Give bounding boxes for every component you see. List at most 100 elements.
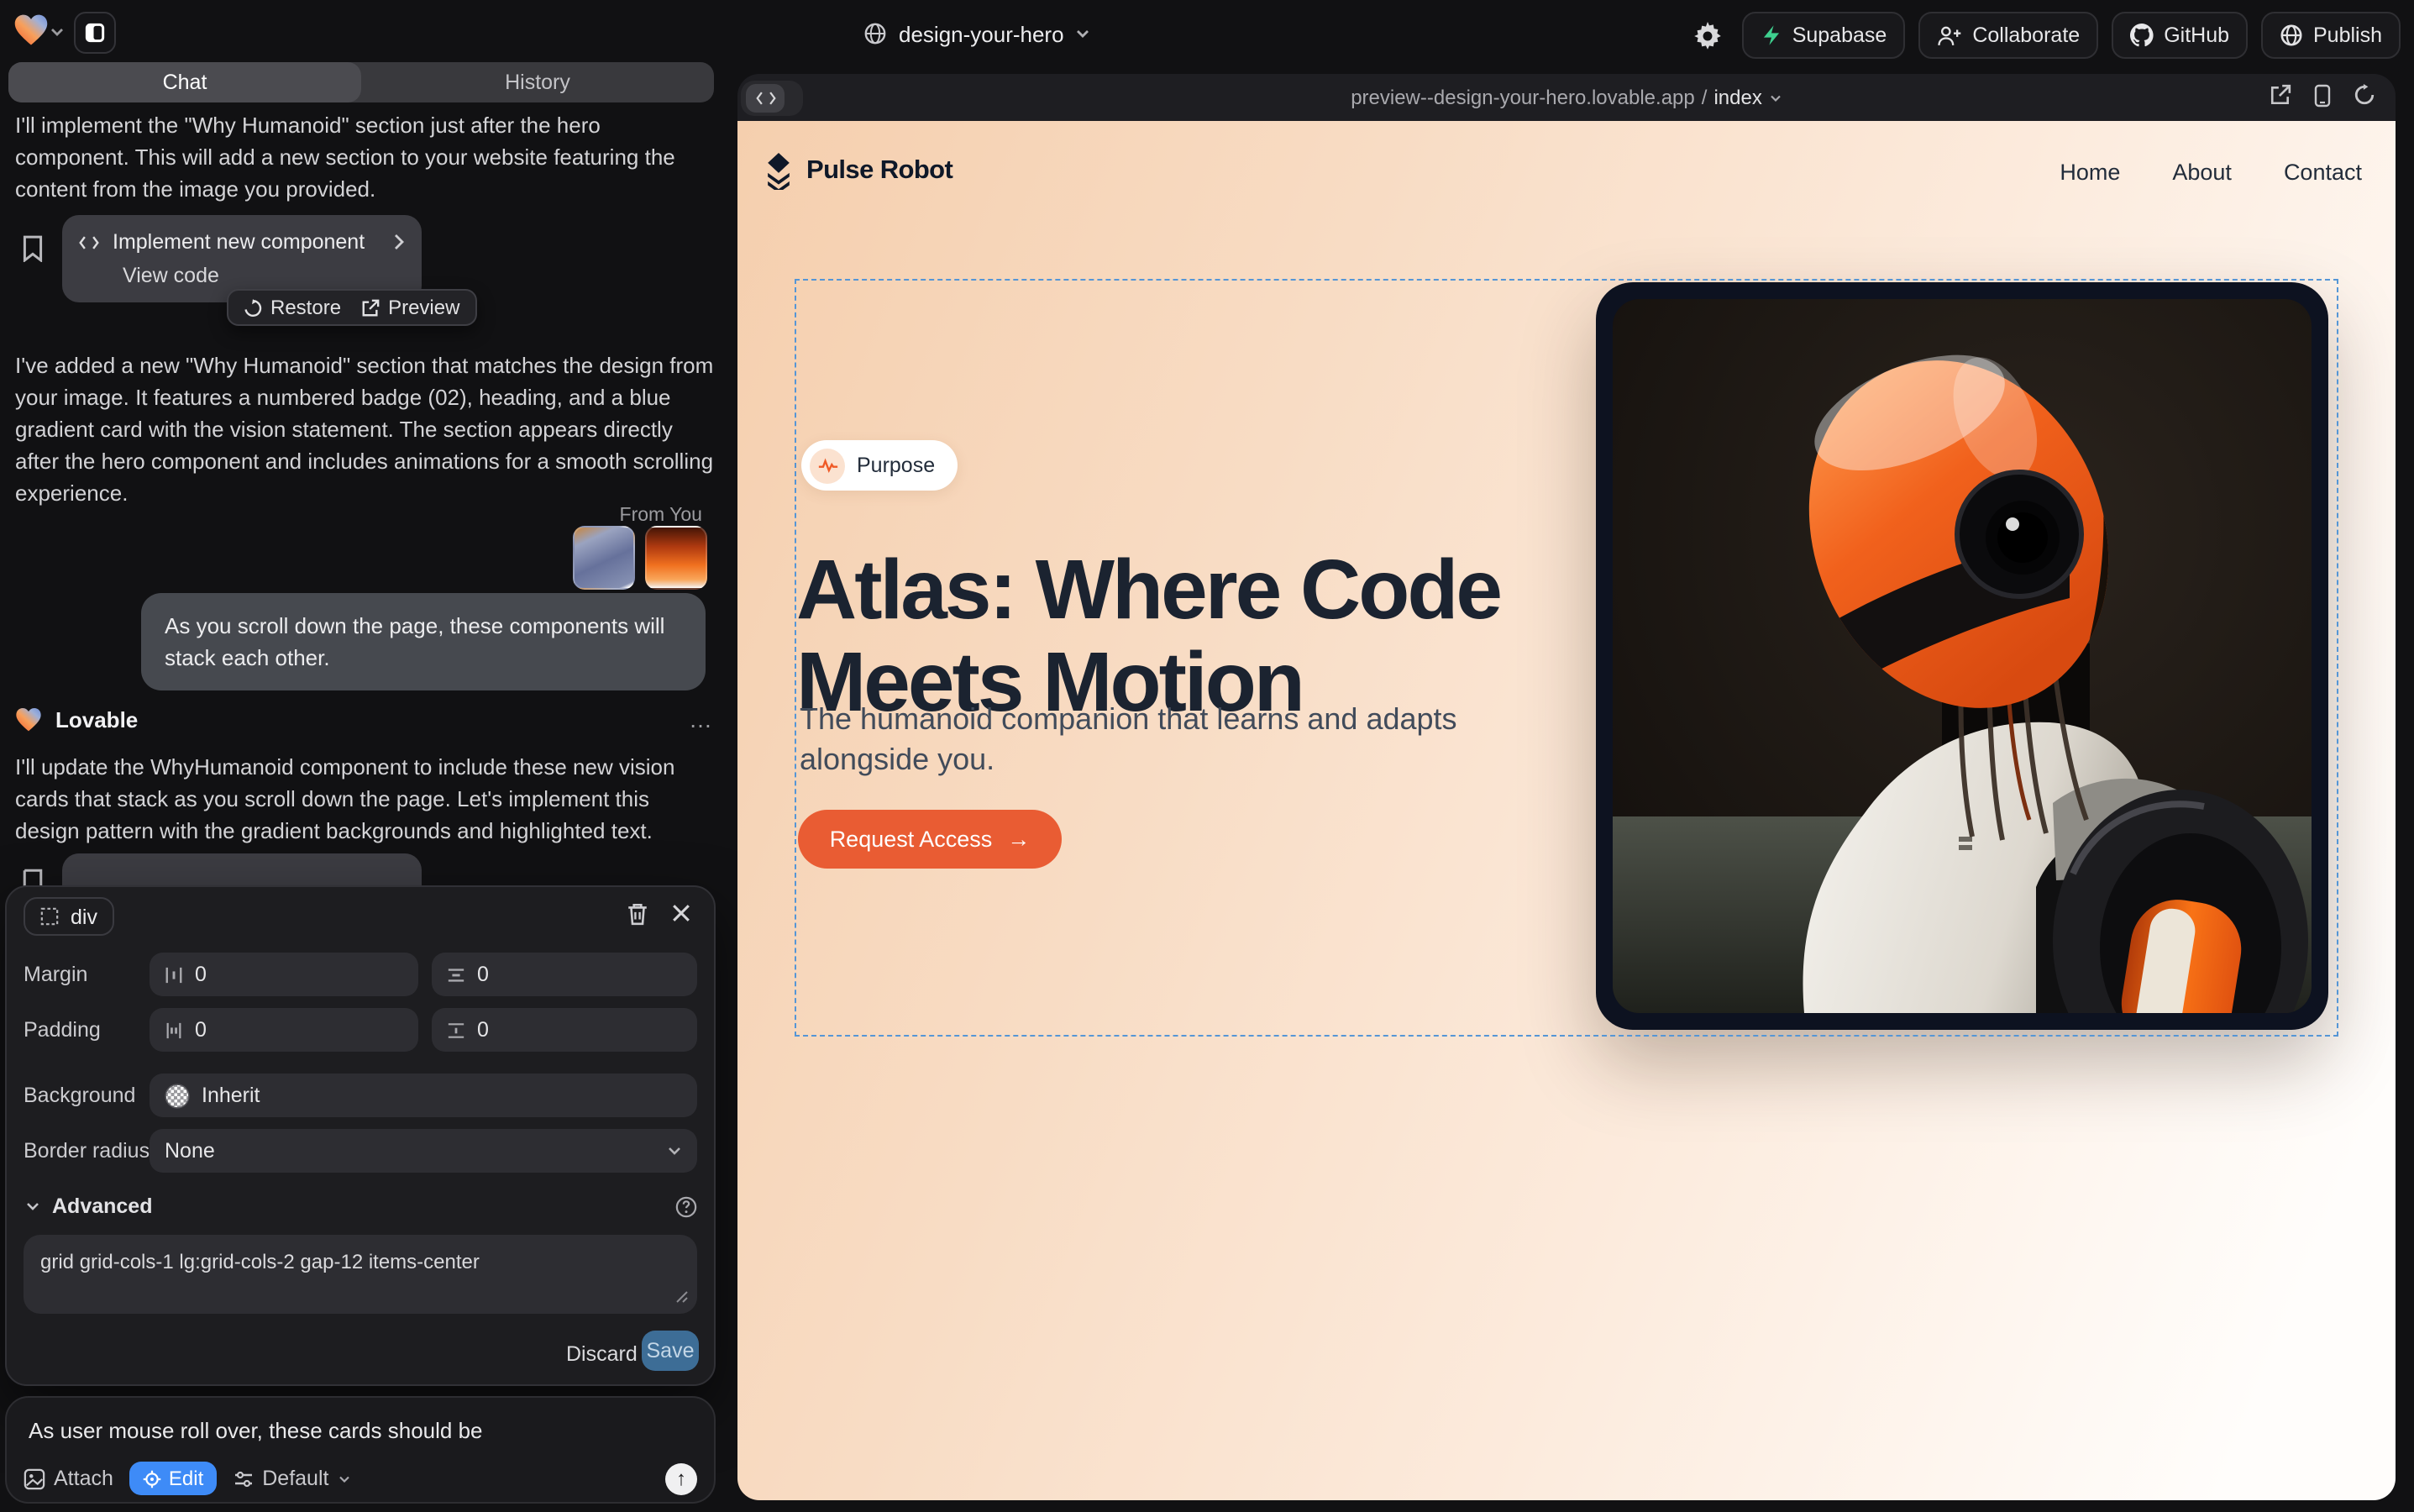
padding-x-input[interactable]: 0 xyxy=(150,1008,418,1052)
tab-chat[interactable]: Chat xyxy=(8,62,361,102)
settings-button[interactable] xyxy=(1688,21,1729,50)
margin-x-input[interactable]: 0 xyxy=(150,953,418,996)
hero-badge-label: Purpose xyxy=(857,454,935,477)
project-chevron-down-icon xyxy=(1076,29,1091,39)
advanced-section-header[interactable]: Advanced xyxy=(25,1194,697,1218)
attachment-thumbnail-blue[interactable] xyxy=(573,526,635,590)
nav-link-contact[interactable]: Contact xyxy=(2284,159,2362,184)
close-panel-button[interactable] xyxy=(672,904,690,922)
sidebar-tabs: Chat History xyxy=(8,62,714,102)
collaborate-button[interactable]: Collaborate xyxy=(1918,12,2098,59)
hero-subtitle: The humanoid companion that learns and a… xyxy=(800,699,1472,780)
logo-chevron-down-icon[interactable] xyxy=(50,27,64,37)
margin-horizontal-icon xyxy=(165,965,183,984)
bookmark-icon[interactable] xyxy=(22,235,44,262)
nav-link-about[interactable]: About xyxy=(2172,159,2232,184)
resize-handle-icon[interactable] xyxy=(675,1290,689,1304)
assistant-message: I'll update the WhyHumanoid component to… xyxy=(15,751,719,847)
close-icon xyxy=(672,904,690,922)
panel-left-icon xyxy=(84,22,106,44)
open-in-new-tab-icon[interactable] xyxy=(2270,84,2291,106)
chevron-down-icon xyxy=(25,1201,40,1211)
discard-button[interactable]: Discard xyxy=(566,1342,638,1366)
top-bar: design-your-hero Supabase xyxy=(0,0,2414,67)
padding-horizontal-icon xyxy=(165,1021,183,1039)
github-icon xyxy=(2130,24,2154,47)
request-access-button[interactable]: Request Access → xyxy=(798,810,1062,869)
tailwind-classes-textarea[interactable]: grid grid-cols-1 lg:grid-cols-2 gap-12 i… xyxy=(24,1235,697,1314)
arrow-right-icon: → xyxy=(1007,827,1030,852)
message-hover-actions: Restore Preview xyxy=(227,289,476,326)
external-link-icon xyxy=(361,298,380,317)
hero-robot-card xyxy=(1596,282,2328,1030)
chevron-down-icon xyxy=(667,1146,682,1156)
composer-input[interactable]: As user mouse roll over, these cards sho… xyxy=(29,1418,692,1443)
preview-url: preview--design-your-hero.lovable.app xyxy=(1351,86,1695,109)
delete-element-button[interactable] xyxy=(627,902,648,926)
preview-button[interactable]: Preview xyxy=(361,296,459,319)
assistant-message: I've added a new "Why Humanoid" section … xyxy=(15,349,719,509)
refresh-icon[interactable] xyxy=(2354,84,2375,106)
lovable-heart-icon xyxy=(15,706,42,732)
site-nav: Pulse Robot Home About Contact xyxy=(764,148,2369,195)
padding-y-input[interactable]: 0 xyxy=(432,1008,697,1052)
chevron-down-icon xyxy=(1769,93,1782,102)
element-inspector-panel: div Margin 0 0 Padding 0 xyxy=(5,885,716,1386)
publish-globe-icon xyxy=(2280,24,2303,47)
margin-vertical-icon xyxy=(447,965,465,984)
robot-image xyxy=(1613,299,2312,1013)
attach-button[interactable]: Attach xyxy=(24,1467,113,1490)
globe-icon xyxy=(863,22,887,45)
more-menu-icon[interactable]: … xyxy=(689,706,714,732)
chat-composer[interactable]: As user mouse roll over, these cards sho… xyxy=(5,1396,716,1504)
url-slash: / xyxy=(1702,86,1708,109)
help-icon[interactable] xyxy=(675,1195,697,1217)
tab-history[interactable]: History xyxy=(361,62,714,102)
attachment-thumbnail-orange[interactable] xyxy=(645,526,707,590)
topbar-actions: Supabase Collaborate GitHub xyxy=(1688,12,2401,59)
assistant-header: Lovable … xyxy=(15,706,714,732)
project-name: design-your-hero xyxy=(899,21,1064,46)
collaborate-users-icon xyxy=(1937,24,1962,46)
model-selector[interactable]: Default xyxy=(234,1467,350,1490)
attach-image-icon xyxy=(24,1467,45,1489)
code-icon xyxy=(79,234,99,249)
gear-icon xyxy=(1694,21,1723,50)
padding-vertical-icon xyxy=(447,1021,465,1039)
preview-toolbar-icons xyxy=(2270,84,2375,108)
user-message-bubble: As you scroll down the page, these compo… xyxy=(141,593,706,690)
border-radius-select[interactable]: None xyxy=(150,1129,697,1173)
composer-toolbar: Attach Edit Default ↑ xyxy=(24,1462,697,1495)
project-switcher[interactable]: design-your-hero xyxy=(863,0,1091,67)
restore-button[interactable]: Restore xyxy=(244,296,341,319)
mobile-view-icon[interactable] xyxy=(2313,84,2332,108)
background-label: Background xyxy=(24,1084,135,1107)
hero-badge: Purpose xyxy=(801,440,957,491)
supabase-icon xyxy=(1761,24,1782,47)
dashed-box-icon xyxy=(40,907,59,926)
margin-y-input[interactable]: 0 xyxy=(432,953,697,996)
component-card-title: Implement new component xyxy=(113,230,380,254)
from-you-label: From You xyxy=(573,506,702,526)
arrow-up-icon: ↑ xyxy=(676,1467,686,1490)
edit-mode-button[interactable]: Edit xyxy=(130,1462,217,1495)
lovable-logo[interactable] xyxy=(13,13,49,47)
padding-label: Padding xyxy=(24,1018,101,1042)
restore-icon xyxy=(244,298,262,317)
supabase-button[interactable]: Supabase xyxy=(1742,12,1906,59)
app-window: design-your-hero Supabase xyxy=(0,0,2414,1512)
selected-element-chip[interactable]: div xyxy=(24,897,114,936)
preview-url-bar[interactable]: preview--design-your-hero.lovable.app / … xyxy=(737,74,2396,121)
trash-icon xyxy=(627,902,648,926)
chevron-right-icon xyxy=(393,234,405,250)
publish-button[interactable]: Publish xyxy=(2261,12,2401,59)
send-button[interactable]: ↑ xyxy=(665,1462,697,1494)
background-input[interactable]: Inherit xyxy=(150,1074,697,1117)
sidebar-toggle-button[interactable] xyxy=(74,12,116,54)
save-button[interactable]: Save xyxy=(642,1331,699,1371)
pulse-robot-logo-icon[interactable] xyxy=(764,153,793,190)
github-button[interactable]: GitHub xyxy=(2112,12,2248,59)
preview-toolbar: preview--design-your-hero.lovable.app / … xyxy=(737,74,2396,121)
site-brand[interactable]: Pulse Robot xyxy=(806,156,2060,186)
nav-link-home[interactable]: Home xyxy=(2060,159,2120,184)
